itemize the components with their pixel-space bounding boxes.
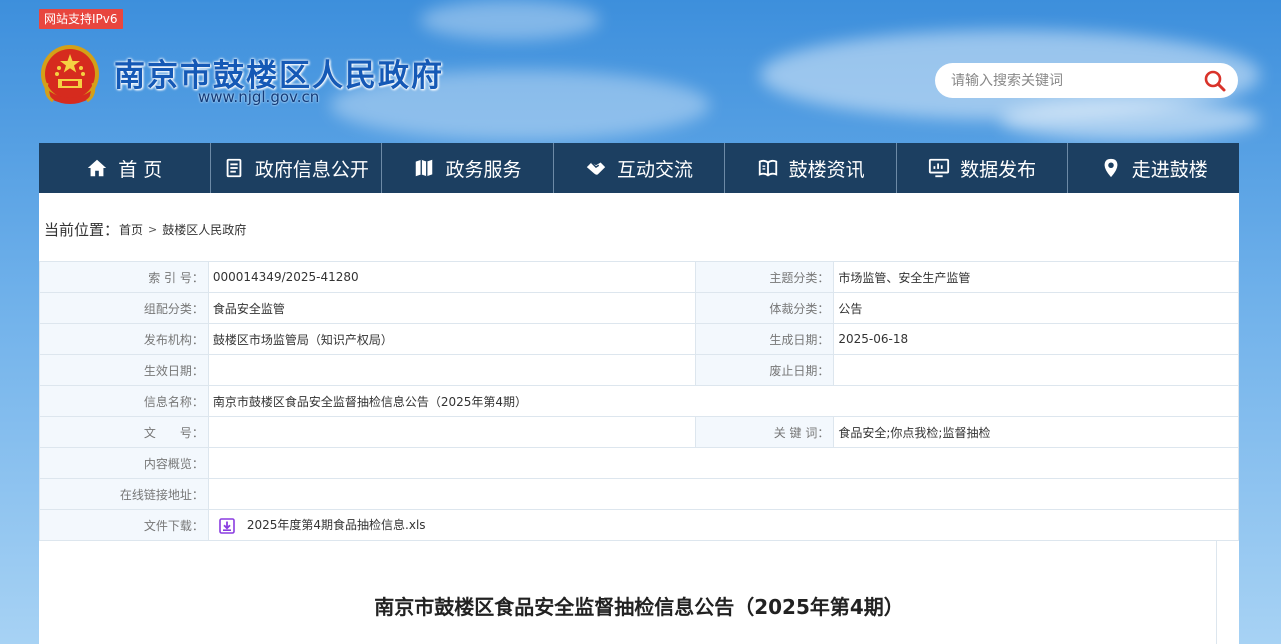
publisher-value: 鼓楼区市场监管局（知识产权局） [207,323,697,355]
breadcrumb-link-home[interactable]: 首页 [119,221,143,238]
site-url[interactable]: www.njgl.gov.cn [198,88,319,106]
nav-item-news[interactable]: 鼓楼资讯 [725,143,897,193]
nav-item-label: 政务服务 [445,158,522,181]
background-cloud [1000,100,1260,140]
info-name-value: 南京市鼓楼区食品安全监督抽检信息公告（2025年第4期） [207,385,1240,417]
index-label: 索 引 号： [39,261,209,293]
nav-item-label: 互动交流 [617,158,694,181]
summary-label: 内容概览： [39,447,209,479]
created-date-value: 2025-06-18 [833,323,1239,355]
table-row: 文件下载： 2025年度第4期食品抽检信息.xls [39,509,1240,541]
document-icon [226,158,242,178]
download-cell: 2025年度第4期食品抽检信息.xls [207,509,1240,541]
nav-item-data[interactable]: 数据发布 [897,143,1069,193]
ipv6-badge: 网站支持IPv6 [39,9,123,29]
genre-value: 公告 [833,292,1239,324]
metadata-table: 索 引 号： 000014349/2025-41280 主题分类： 市场监管、安… [39,261,1240,541]
nav-item-label: 鼓楼资讯 [788,158,865,181]
location-pin-icon [1104,158,1118,178]
index-value: 000014349/2025-41280 [207,261,697,293]
topic-value: 市场监管、安全生产监管 [833,261,1239,293]
monitor-chart-icon [929,158,950,178]
search-icon[interactable] [1203,69,1227,93]
content-panel: 当前位置： 首页 > 鼓楼区人民政府 索 引 号： 000014349/2025… [39,193,1240,644]
keywords-label: 关 键 词： [695,416,835,448]
nav-item-gov-info[interactable]: 政府信息公开 [211,143,383,193]
effective-date-value [207,354,697,386]
nav-item-home[interactable]: 首 页 [39,143,211,193]
nav-item-about[interactable]: 走进鼓楼 [1068,143,1239,193]
nav-item-interaction[interactable]: 互动交流 [554,143,726,193]
background-cloud [420,0,600,40]
map-icon [416,159,433,177]
breadcrumb-separator: > [148,223,158,236]
home-icon [88,159,107,177]
info-name-label: 信息名称： [39,385,209,417]
effective-date-label: 生效日期： [39,354,209,386]
download-icon[interactable] [219,517,235,534]
created-date-label: 生成日期： [695,323,835,355]
repeal-date-value [833,354,1239,386]
nav-item-label: 首 页 [118,158,163,181]
repeal-date-label: 废止日期： [695,354,835,386]
table-row: 在线链接地址： [39,478,1240,510]
nav-item-label: 数据发布 [960,158,1037,181]
breadcrumb: 当前位置： 首页 > 鼓楼区人民政府 [44,219,246,240]
search-box [935,63,1238,98]
online-link-label: 在线链接地址： [39,478,209,510]
org-category-value: 食品安全监管 [207,292,697,324]
online-link-value [207,478,1240,510]
nav-item-gov-service[interactable]: 政务服务 [382,143,554,193]
table-row: 生效日期： 废止日期： [39,354,1239,386]
table-row: 发布机构： 鼓楼区市场监管局（知识产权局） 生成日期： 2025-06-18 [39,323,1239,355]
nav-item-label: 政府信息公开 [254,158,369,181]
publisher-label: 发布机构： [39,323,209,355]
doc-number-label: 文 号： [39,416,209,448]
download-label: 文件下载： [39,509,209,541]
article-title: 南京市鼓楼区食品安全监督抽检信息公告（2025年第4期） [374,595,904,619]
table-row: 索 引 号： 000014349/2025-41280 主题分类： 市场监管、安… [39,261,1239,293]
keywords-value: 食品安全;你点我检;监督抽检 [833,416,1239,448]
main-nav: 首 页 政府信息公开 政务服务 互动交流 鼓楼资讯 数据发布 走进鼓楼 [39,143,1239,193]
handshake-icon [586,162,606,175]
nav-item-label: 走进鼓楼 [1131,158,1208,181]
table-row: 内容概览： [39,447,1240,479]
download-file-link[interactable]: 2025年度第4期食品抽检信息.xls [247,518,426,532]
doc-number-value [207,416,697,448]
org-category-label: 组配分类： [39,292,209,324]
summary-value [207,447,1240,479]
genre-label: 体裁分类： [695,292,835,324]
breadcrumb-link-current[interactable]: 鼓楼区人民政府 [162,221,246,238]
national-emblem-icon [41,45,99,104]
search-input[interactable] [951,72,1191,89]
book-icon [758,159,777,177]
topic-label: 主题分类： [695,261,835,293]
table-row: 信息名称： 南京市鼓楼区食品安全监督抽检信息公告（2025年第4期） [39,385,1240,417]
breadcrumb-prefix: 当前位置： [44,221,120,239]
table-row: 组配分类： 食品安全监管 体裁分类： 公告 [39,292,1239,324]
table-row: 文 号： 关 键 词： 食品安全;你点我检;监督抽检 [39,416,1239,448]
